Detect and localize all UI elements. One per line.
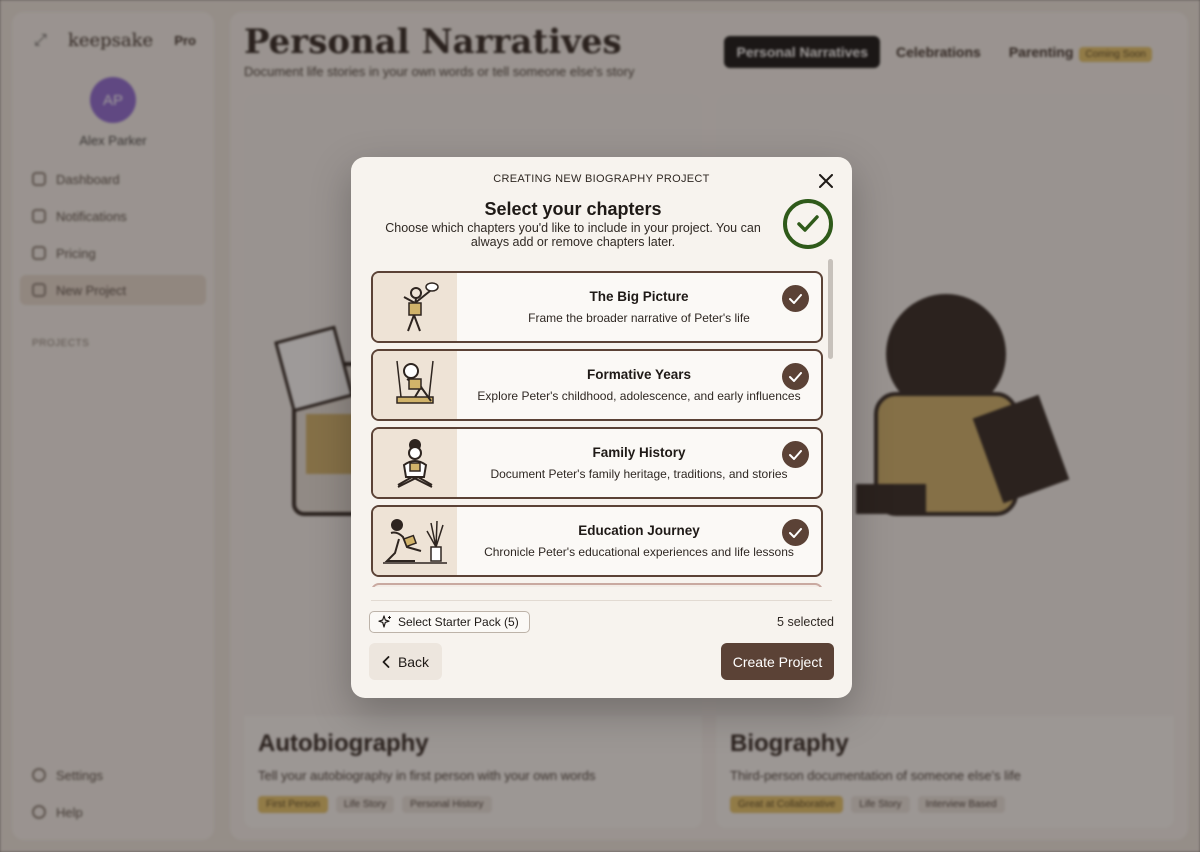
dialog-description: Choose which chapters you'd like to incl… (385, 221, 761, 249)
back-label: Back (397, 653, 430, 670)
dialog-kicker: CREATING NEW BIOGRAPHY PROJECT (493, 173, 710, 185)
select-starter-pack-button[interactable]: Select Starter Pack (5) (369, 611, 530, 633)
chevron-left-icon (382, 655, 390, 668)
chapter-card-family-history[interactable]: Family History Document Peter's family h… (371, 427, 823, 499)
chapter-description: Explore Peter's childhood, adolescence, … (477, 389, 801, 403)
chapter-illustration (373, 273, 457, 341)
sparkle-icon (378, 615, 391, 628)
chapter-illustration (373, 351, 457, 419)
chapter-selected-check[interactable] (782, 441, 809, 468)
divider (371, 600, 832, 601)
chapter-selected-check[interactable] (782, 519, 809, 546)
check-icon (789, 527, 802, 538)
chapter-title: The Big Picture (589, 289, 689, 304)
chapter-illustration (373, 507, 457, 575)
check-icon (789, 371, 802, 382)
chapter-list[interactable]: The Big Picture Frame the broader narrat… (371, 269, 833, 587)
dialog-title: Select your chapters (484, 199, 662, 219)
chapter-description: Frame the broader narrative of Peter's l… (528, 311, 750, 325)
back-button[interactable]: Back (369, 643, 442, 680)
check-icon (797, 215, 819, 232)
chapter-title: Education Journey (578, 523, 700, 538)
chapter-card-partial[interactable] (371, 583, 823, 587)
chapter-selection-dialog: CREATING NEW BIOGRAPHY PROJECT Select yo… (351, 157, 852, 698)
chapter-selected-check[interactable] (782, 285, 809, 312)
close-button[interactable] (816, 171, 836, 191)
chapter-card-education-journey[interactable]: Education Journey Chronicle Peter's educ… (371, 505, 823, 577)
chapter-description: Document Peter's family heritage, tradit… (490, 467, 788, 481)
starter-pack-label: Select Starter Pack (5) (398, 615, 519, 629)
create-project-button[interactable]: Create Project (721, 643, 834, 680)
chapter-description: Chronicle Peter's educational experience… (484, 545, 794, 559)
chapter-selected-check[interactable] (782, 363, 809, 390)
status-check-icon (783, 199, 833, 249)
close-icon (819, 174, 833, 188)
selected-count: 5 selected (777, 615, 834, 629)
chapter-illustration (373, 429, 457, 497)
chapter-title: Family History (592, 445, 686, 460)
check-icon (789, 293, 802, 304)
chapter-card-the-big-picture[interactable]: The Big Picture Frame the broader narrat… (371, 271, 823, 343)
chapter-list-scrollbar[interactable] (828, 259, 833, 587)
check-icon (789, 449, 802, 460)
scrollbar-thumb[interactable] (828, 259, 833, 359)
chapter-card-formative-years[interactable]: Formative Years Explore Peter's childhoo… (371, 349, 823, 421)
chapter-title: Formative Years (586, 367, 692, 382)
